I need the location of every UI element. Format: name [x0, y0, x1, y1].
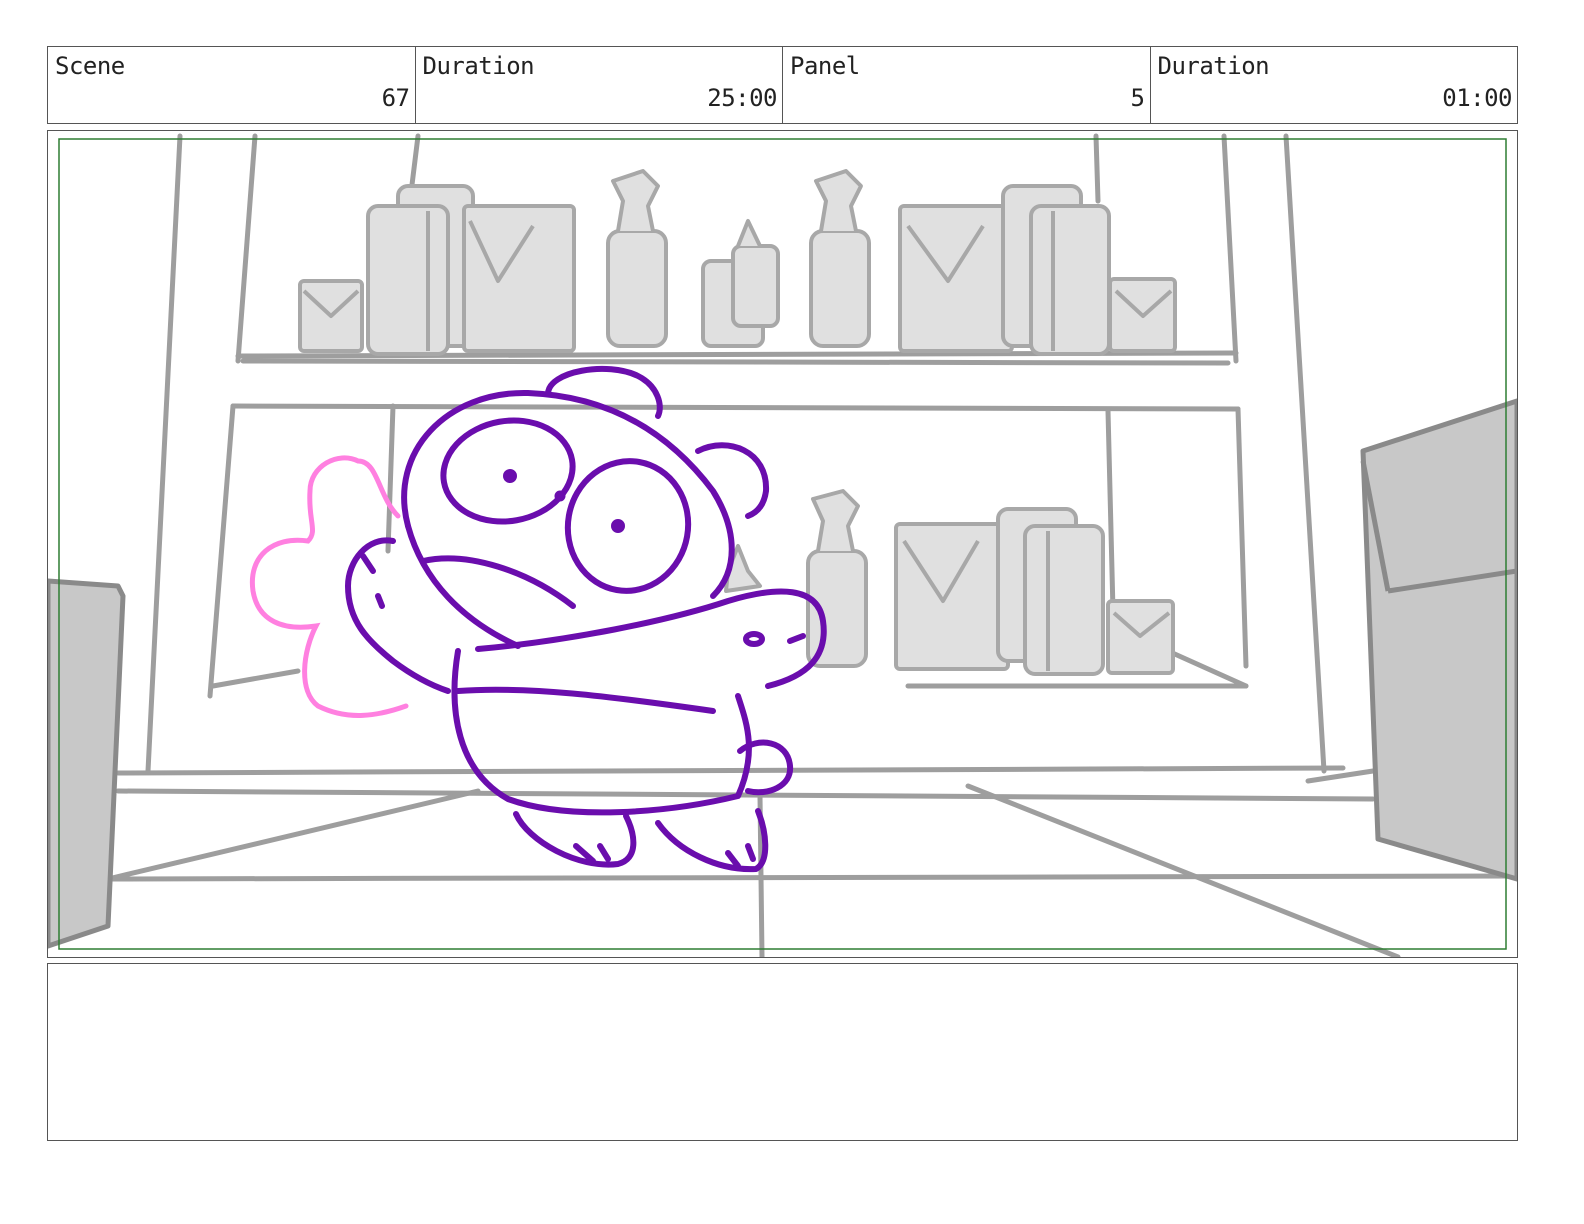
- panel-label: Panel: [790, 52, 860, 80]
- shelf-products-top: [298, 169, 1177, 356]
- panel-drawing: [48, 133, 1517, 957]
- panel-duration-label: Duration: [1157, 52, 1270, 80]
- panel-header: Scene 67 Duration 25:00 Panel 5 Duration…: [47, 46, 1518, 124]
- scene-duration-label: Duration: [422, 52, 535, 80]
- panel-duration-value: 01:00: [1442, 84, 1512, 112]
- foreground-boxes: [48, 398, 1517, 949]
- notes-area[interactable]: [47, 963, 1518, 1141]
- scene-number: 67: [381, 84, 410, 112]
- panel-duration-cell: Duration 01:00: [1151, 47, 1518, 123]
- scene-duration-cell: Duration 25:00: [416, 47, 783, 123]
- scene-label: Scene: [55, 52, 125, 80]
- panel-number: 5: [1130, 84, 1145, 112]
- scene-duration-value: 25:00: [707, 84, 777, 112]
- panel-cell: Panel 5: [783, 47, 1151, 123]
- scene-cell: Scene 67: [48, 47, 416, 123]
- storyboard-panel: [47, 130, 1518, 958]
- shelf-products-middle: [724, 489, 1175, 676]
